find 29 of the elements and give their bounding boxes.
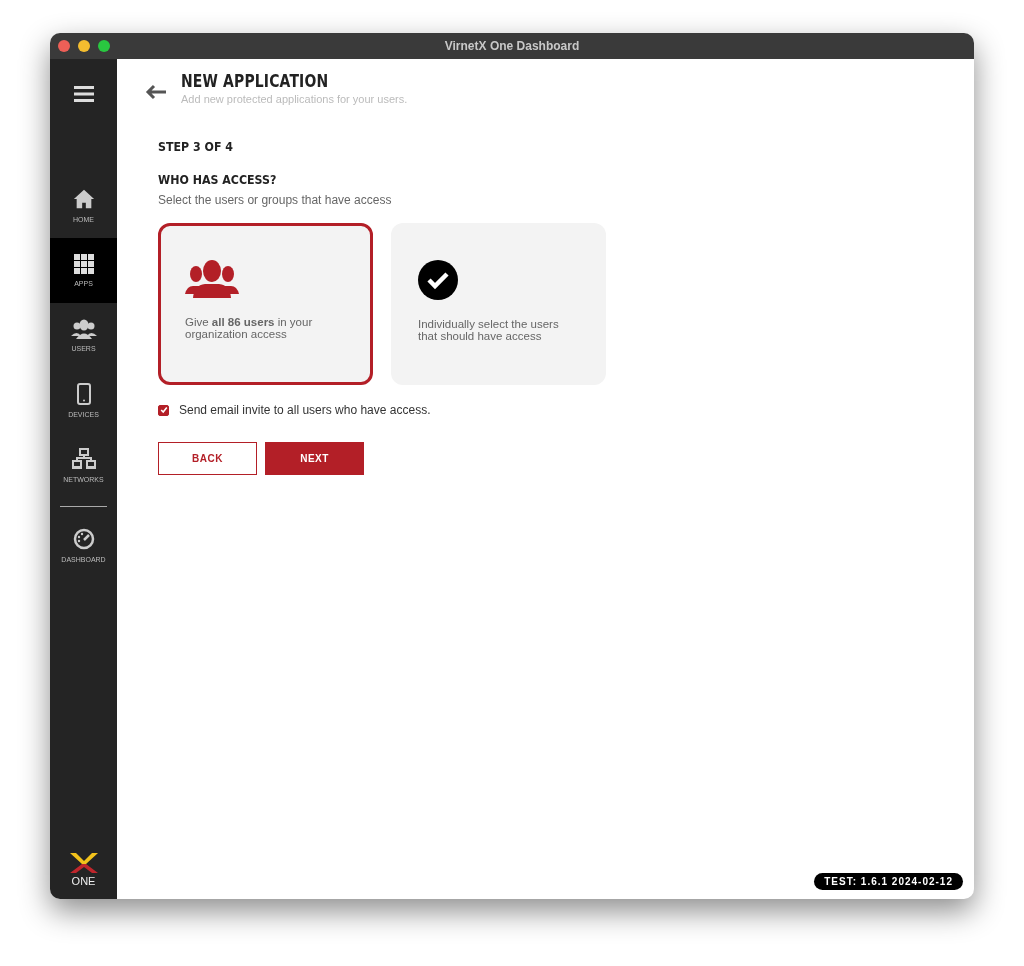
users-icon — [70, 319, 97, 339]
page-title: NEW APPLICATION — [181, 71, 330, 91]
section-description: Select the users or groups that have access — [158, 193, 393, 207]
back-arrow-button[interactable] — [145, 84, 167, 100]
back-button[interactable]: BACK — [158, 442, 257, 475]
page-subtitle: Add new protected applications for your users. — [181, 93, 408, 105]
window-title: VirnetX One Dashboard — [444, 39, 580, 53]
checkmark-circle-icon — [418, 260, 458, 300]
minimize-button[interactable] — [78, 40, 90, 52]
network-icon — [71, 448, 96, 470]
menu-icon — [73, 85, 94, 103]
phone-icon — [76, 383, 91, 405]
gauge-icon — [72, 528, 95, 550]
house-icon — [72, 188, 95, 210]
back-arrow-icon — [145, 84, 167, 100]
step-indicator: STEP 3 OF 4 — [158, 139, 233, 154]
close-button[interactable] — [58, 40, 70, 52]
email-invite-checkbox[interactable] — [158, 404, 169, 416]
next-button[interactable]: NEXT — [265, 442, 364, 475]
users-icon — [185, 260, 239, 298]
zoom-button[interactable] — [98, 40, 110, 52]
access-option-card[interactable]: Give all 86 users in your organization access — [158, 223, 373, 385]
x-logo-icon — [69, 853, 98, 873]
email-invite-label: Send email invite to all users who have access. — [179, 403, 431, 417]
section-title: WHO HAS ACCESS? — [158, 172, 277, 187]
access-option-card[interactable]: Individually select the users that should have access — [391, 223, 606, 385]
version-badge: TEST: 1.6.1 2024-02-12 — [814, 873, 963, 890]
grid-icon — [73, 254, 94, 274]
logo-text: ONE — [71, 875, 96, 887]
